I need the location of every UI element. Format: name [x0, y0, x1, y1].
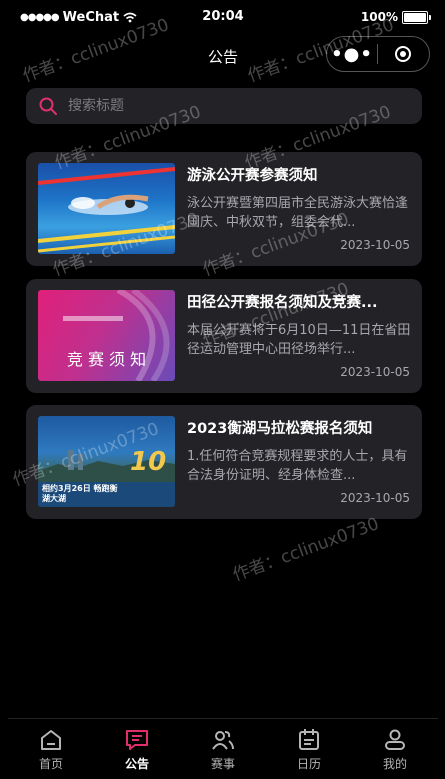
notice-desc: 泳公开赛暨第四届市全民游泳大赛恰逢国庆、中秋双节，组委会代...	[187, 196, 409, 230]
status-bar: ●●●●● WeChat 20:04 100%	[8, 0, 438, 34]
phone-screen: ●●●●● WeChat 20:04 100% 公告 •●• 搜索标题 游泳公开…	[8, 0, 438, 778]
notice-card[interactable]: 10 相约3月26日 畅跑衡湖大湖 2023衡湖马拉松赛报名须知 1.任何符合竞…	[26, 405, 422, 519]
miniprogram-capsule: •●•	[326, 36, 430, 72]
nav-bar: 公告 •●•	[8, 34, 438, 78]
tab-home[interactable]: 首页	[8, 719, 94, 779]
notice-date: 2023-10-05	[340, 491, 410, 505]
tab-label: 我的	[382, 757, 407, 771]
thumbnail-caption: 竞 赛 须 知	[66, 350, 147, 369]
search-icon	[39, 97, 57, 115]
calendar-icon	[299, 729, 319, 750]
notice-card[interactable]: 游泳公开赛参赛须知 泳公开赛暨第四届市全民游泳大赛恰逢国庆、中秋双节，组委会代.…	[26, 152, 422, 266]
notice-desc: 本届公开赛将于6月10日—11日在省田径运动管理中心田径场举行...	[187, 323, 411, 357]
close-miniprogram-button[interactable]	[378, 46, 428, 62]
notice-date: 2023-10-05	[340, 365, 410, 379]
tab-label: 赛事	[210, 757, 235, 771]
tab-profile[interactable]: 我的	[352, 719, 438, 779]
profile-icon	[385, 729, 405, 750]
notice-desc: 1.任何符合竞赛规程要求的人士，具有合法身份证明、经身体检查...	[187, 449, 408, 483]
notice-card[interactable]: 竞 赛 须 知 田径公开赛报名须知及竞赛... 本届公开赛将于6月10日—11日…	[26, 279, 422, 393]
watermark-text: 作者：cclinux0730	[230, 514, 382, 586]
tab-calendar[interactable]: 日历	[266, 719, 352, 779]
notice-chat-icon	[126, 730, 148, 750]
battery-group: 100%	[360, 10, 431, 24]
notice-title: 2023衡湖马拉松赛报名须知	[187, 421, 373, 437]
tab-label: 首页	[38, 757, 63, 771]
search-input[interactable]	[66, 97, 370, 115]
tab-notice[interactable]: 公告	[94, 719, 180, 779]
tab-events[interactable]: 赛事	[180, 719, 266, 779]
battery-icon	[402, 10, 431, 24]
notice-date: 2023-10-05	[340, 238, 410, 252]
target-icon	[395, 46, 411, 62]
users-icon	[212, 731, 234, 750]
battery-percent: 100%	[360, 10, 398, 24]
thumbnail-caption: 相约3月26日 畅跑衡湖大湖	[42, 484, 118, 503]
search-bar[interactable]	[26, 88, 422, 124]
notice-title: 田径公开赛报名须知及竞赛...	[187, 295, 378, 311]
athletics-thumbnail: 竞 赛 须 知	[38, 290, 175, 381]
tab-label: 公告	[124, 757, 149, 771]
svg-text:10: 10	[130, 447, 166, 477]
swimmer-image	[38, 167, 175, 253]
tab-bar: 首页 公告 赛事 日历 我的	[8, 718, 438, 779]
swimming-thumbnail	[38, 163, 175, 254]
more-menu-button[interactable]: •●•	[327, 44, 377, 65]
marathon-thumbnail: 10 相约3月26日 畅跑衡湖大湖	[38, 416, 175, 507]
notice-title: 游泳公开赛参赛须知	[187, 168, 318, 184]
tab-label: 日历	[296, 757, 321, 771]
home-icon	[41, 730, 61, 750]
